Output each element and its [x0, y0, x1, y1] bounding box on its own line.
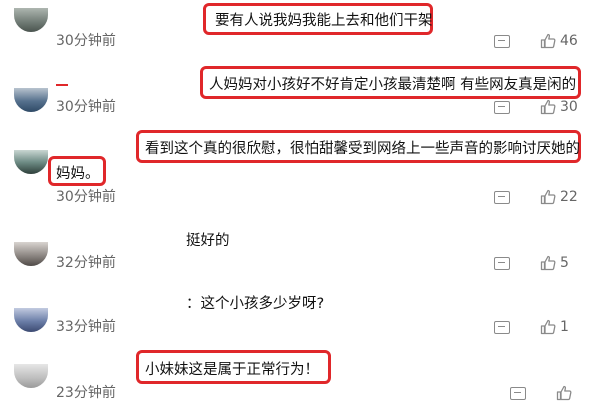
thumbs-up-icon: [540, 189, 556, 205]
comment-text: 小妹妹这是属于正常行为！: [145, 362, 319, 378]
comment-text: ：这个小孩多少岁呀?: [186, 296, 325, 312]
reply-icon[interactable]: [494, 321, 510, 334]
comment-item: 挺好的 32分钟前 5: [0, 212, 600, 280]
avatar[interactable]: [14, 150, 48, 174]
like-count: 5: [560, 255, 569, 271]
reply-icon[interactable]: [494, 191, 510, 204]
comment-time: 33分钟前: [56, 319, 116, 335]
comment-item: 30分钟前 要有人说我妈我能上去和他们干架 46: [0, 0, 600, 60]
thumbs-up-icon: [540, 99, 556, 115]
thumbs-up-icon: [540, 319, 556, 335]
avatar[interactable]: [14, 308, 48, 332]
like-count: 1: [560, 319, 569, 335]
thumbs-up-icon: [540, 255, 556, 271]
comment-time: 30分钟前: [56, 33, 116, 49]
comment-text: 挺好的: [186, 233, 230, 249]
reply-icon[interactable]: [494, 257, 510, 270]
comment-item: 看到这个真的很欣慰，很怕甜馨受到网络上一些声音的影响讨厌她的 妈妈。 30分钟前…: [0, 120, 600, 212]
comment-text-continued: 妈妈。: [56, 166, 100, 182]
name-mark: [56, 84, 68, 86]
comment-time: 23分钟前: [56, 385, 116, 401]
comment-text: 看到这个真的很欣慰，很怕甜馨受到网络上一些声音的影响讨厌她的: [145, 141, 580, 157]
comment-item: ：这个小孩多少岁呀? 33分钟前 1: [0, 280, 600, 342]
reply-icon[interactable]: [510, 387, 526, 400]
reply-icon[interactable]: [494, 35, 510, 48]
comment-time: 32分钟前: [56, 255, 116, 271]
avatar[interactable]: [14, 242, 48, 266]
comment-text: 要有人说我妈我能上去和他们干架: [215, 13, 433, 29]
comment-time: 30分钟前: [56, 99, 116, 115]
avatar[interactable]: [14, 8, 48, 32]
like-count: 46: [560, 33, 578, 49]
thumbs-up-icon: [556, 385, 572, 401]
reply-icon[interactable]: [494, 101, 510, 114]
comment-item: 30分钟前 人妈妈对小孩好不好肯定小孩最清楚啊 有些网友真是闲的 30: [0, 60, 600, 120]
like-count: 30: [560, 99, 578, 115]
comment-text: 人妈妈对小孩好不好肯定小孩最清楚啊 有些网友真是闲的: [209, 77, 577, 93]
like-count: 22: [560, 189, 578, 205]
thumbs-up-icon: [540, 33, 556, 49]
avatar[interactable]: [14, 88, 48, 112]
comment-time: 30分钟前: [56, 189, 116, 205]
comment-item: 小妹妹这是属于正常行为！ 23分钟前: [0, 342, 600, 413]
avatar[interactable]: [14, 364, 48, 388]
